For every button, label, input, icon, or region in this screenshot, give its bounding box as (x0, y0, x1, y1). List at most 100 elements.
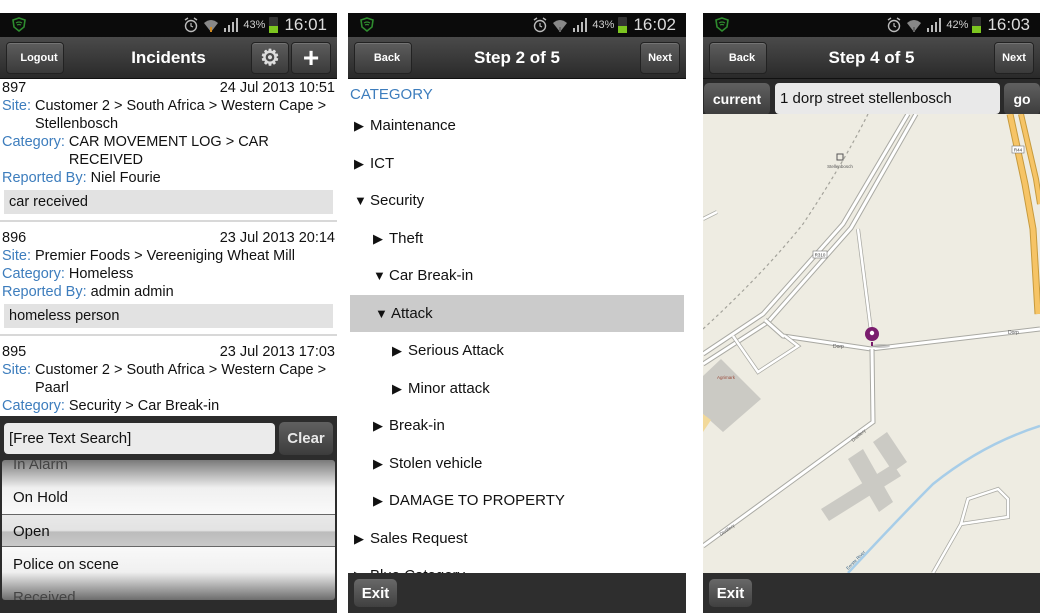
picker-option[interactable]: In Alarm (2, 460, 335, 481)
title-bar: Incidents Logout ⚙ + (0, 37, 337, 79)
tree-item-label: Maintenance (370, 117, 456, 134)
incident-reporter: Niel Fourie (90, 170, 161, 186)
free-text-search-input[interactable] (4, 423, 275, 454)
tree-item[interactable]: ▶ Break-in (348, 407, 686, 445)
next-button[interactable]: Next (994, 42, 1034, 74)
clock: 16:03 (987, 15, 1030, 34)
picker-option[interactable]: On Hold (2, 481, 335, 514)
battery-icon (618, 17, 628, 33)
tree-item-label: Sales Request (370, 529, 468, 547)
tree-item-label: Attack (391, 304, 433, 322)
logout-button[interactable]: Logout (6, 42, 64, 74)
clear-button[interactable]: Clear (279, 422, 333, 455)
title-bar: Step 2 of 5 Back Next (348, 37, 686, 79)
category-label: Category: (2, 398, 65, 414)
site-label: Site: (2, 248, 32, 264)
incident-reporter: admin admin (90, 284, 174, 300)
incident-id: 895 (2, 344, 27, 360)
category-heading: CATEGORY (350, 86, 433, 103)
picker-option[interactable]: Police on scene (2, 548, 335, 581)
collapsed-triangle-icon: ▶ (373, 493, 383, 508)
bottom-bar: Exit (348, 573, 686, 613)
tree-item[interactable]: ▼ Security (348, 182, 686, 220)
site-label: Site: (2, 98, 32, 114)
add-incident-button[interactable]: + (291, 42, 331, 74)
status-picker[interactable]: In Alarm On Hold Open Police on scene Re… (2, 460, 335, 600)
tree-item[interactable]: ▶ Serious Attack (348, 332, 686, 370)
go-button[interactable]: go (1004, 83, 1040, 115)
gear-icon: ⚙ (260, 45, 280, 70)
map-label-agrimark: Agrimark (717, 375, 736, 380)
collapsed-triangle-icon: ▶ (392, 380, 402, 396)
exit-button[interactable]: Exit (709, 579, 752, 607)
location-step-screen: 42% 16:03 Step 4 of 5 Back Next current … (703, 13, 1040, 613)
collapsed-triangle-icon: ▶ (354, 118, 364, 133)
title-bar: Step 4 of 5 Back Next (703, 37, 1040, 79)
expanded-triangle-icon: ▼ (354, 193, 367, 208)
reported-by-label: Reported By: (2, 170, 87, 186)
next-button[interactable]: Next (640, 42, 680, 74)
incident-item[interactable]: 897 24 Jul 2013 10:51 Site: Customer 2 > S… (0, 79, 337, 222)
back-button[interactable]: Back (709, 42, 767, 74)
incident-category: CAR MOVEMENT LOG > CAR RECEIVED (68, 134, 269, 168)
alarm-icon (534, 17, 547, 33)
tree-item-label: ICT (370, 154, 395, 172)
alarm-icon (888, 17, 901, 33)
map-label-dorp-east: Dorp (1008, 330, 1019, 336)
collapsed-triangle-icon: ▶ (373, 418, 383, 433)
battery-percent: 43% (243, 19, 266, 31)
map-label-r44: R44 (1014, 148, 1023, 153)
tree-item[interactable]: ▶ DAMAGE TO PROPERTY (348, 482, 686, 520)
incident-site: Customer 2 > South Africa > Western Cape… (35, 362, 327, 396)
picker-option[interactable]: Received (2, 581, 335, 600)
tree-item-label: Minor attack (408, 379, 490, 397)
signal-icon (224, 18, 239, 32)
incident-category: Homeless (68, 266, 134, 282)
back-button[interactable]: Back (354, 42, 412, 74)
wifi-icon (907, 20, 922, 32)
alarm-icon (185, 17, 198, 33)
tree-item-label: Stolen vehicle (389, 454, 483, 472)
wifi-icon (204, 20, 219, 32)
tree-item[interactable]: ▼ Attack (350, 294, 684, 332)
tree-item-label: Car Break-in (389, 267, 474, 284)
signal-icon (573, 18, 588, 32)
expanded-triangle-icon: ▼ (373, 268, 386, 283)
exit-button[interactable]: Exit (354, 579, 397, 607)
incident-category: Security > Car Break-in (68, 398, 220, 414)
tree-item[interactable]: ▶ Theft (348, 220, 686, 258)
incident-item[interactable]: 896 23 Jul 2013 20:14 Site: Premier Foods … (0, 229, 337, 336)
tree-item[interactable]: ▼ Car Break-in (348, 257, 686, 295)
clock: 16:01 (284, 15, 327, 34)
incident-note: homeless person (4, 304, 333, 328)
map-label-dorp: Dorp (833, 344, 844, 350)
collapsed-triangle-icon: ▶ (354, 530, 364, 546)
map-label-station: Stellenbosch (827, 164, 853, 169)
current-location-button[interactable]: current (704, 83, 770, 115)
security-shield-icon (12, 17, 26, 32)
tree-item[interactable]: ▶ Stolen vehicle (348, 445, 686, 483)
picker-option-selected[interactable]: Open (2, 514, 335, 547)
collapsed-triangle-icon: ▶ (373, 455, 383, 471)
battery-percent: 42% (946, 19, 969, 31)
signal-icon (927, 18, 942, 32)
tree-item[interactable]: ▶ Minor attack (348, 370, 686, 408)
tree-item[interactable]: ▶ Maintenance (348, 107, 686, 145)
incidents-screen: 43% 16:01 Incidents Logout ⚙ + 897 24 Jul… (0, 13, 337, 613)
map-canvas[interactable]: Stellenbosch R310 R44 Dorp Dorp Agrimark… (703, 114, 1040, 573)
security-shield-icon (360, 17, 374, 32)
settings-button[interactable]: ⚙ (251, 42, 289, 74)
incident-id: 896 (2, 230, 27, 246)
address-input[interactable] (775, 83, 1000, 114)
tree-item[interactable]: ▶ Sales Request (348, 520, 686, 558)
status-bar: 42% 16:03 (703, 13, 1040, 37)
collapsed-triangle-icon: ▶ (354, 155, 364, 171)
map-view[interactable]: Stellenbosch R310 R44 Dorp Dorp Agrimark… (703, 114, 1040, 573)
plus-icon: + (302, 42, 320, 73)
collapsed-triangle-icon: ▶ (373, 230, 383, 246)
incident-site: Premier Foods > Vereeniging Wheat Mill (35, 248, 295, 264)
tree-item[interactable]: ▶ ICT (348, 145, 686, 183)
incident-datetime: 23 Jul 2013 17:03 (219, 344, 335, 360)
tree-item-label: Security (370, 192, 425, 209)
category-label: Category: (2, 266, 65, 282)
